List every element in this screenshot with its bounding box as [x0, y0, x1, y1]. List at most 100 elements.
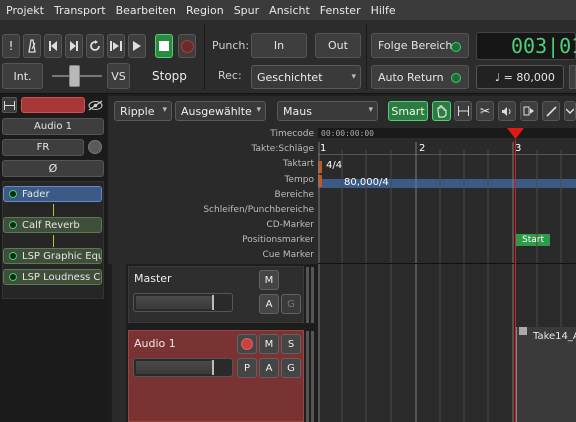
audio1-track-name[interactable]: Audio 1 — [134, 337, 176, 350]
chevron-down-icon — [566, 108, 574, 114]
audio1-gain-fader[interactable] — [133, 358, 233, 377]
master-meter — [311, 267, 314, 323]
range-tool-button[interactable] — [454, 101, 472, 121]
record-icon — [241, 338, 253, 350]
edit-mode-value: Ripple — [120, 104, 155, 118]
goto-start-button[interactable] — [44, 34, 62, 58]
follow-range-led — [451, 42, 461, 52]
grab-tool-button[interactable] — [432, 101, 451, 121]
primary-clock[interactable]: 003|01 — [476, 32, 576, 60]
tempo-display[interactable]: ♩ = 80,000 — [476, 65, 564, 89]
strip-track-name[interactable]: Audio 1 — [2, 118, 104, 135]
follow-range-label: Folge Bereich — [378, 39, 453, 52]
track-color-name-button[interactable] — [21, 97, 85, 113]
edit-mode-dropdown[interactable]: Ripple ▾ — [114, 101, 172, 121]
master-gain-fader[interactable] — [133, 293, 233, 312]
ripple-mode-dropdown[interactable]: Ausgewählte ▾ — [175, 101, 266, 121]
auto-return-button[interactable]: Auto Return — [371, 65, 469, 89]
processor-lsp-graphic-eq[interactable]: LSP Graphic Equa — [3, 248, 102, 264]
toolbar-divider — [366, 24, 367, 90]
menu-spur[interactable]: Spur — [234, 4, 259, 17]
processor-name: Fader — [22, 188, 50, 200]
metronome-button[interactable] — [23, 34, 41, 58]
draw-tool-button[interactable] — [542, 101, 560, 121]
ruler-label-tempo[interactable]: Tempo — [285, 175, 315, 185]
audio1-rec-enable-button[interactable] — [237, 334, 257, 354]
play-button[interactable] — [128, 34, 146, 58]
processor-lsp-loudness[interactable]: LSP Loudness Cor — [3, 269, 102, 285]
menu-bar: Projekt Transport Bearbeiten Region Spur… — [0, 0, 576, 20]
follow-range-button[interactable]: Folge Bereich — [371, 33, 469, 58]
speaker-icon — [502, 106, 511, 116]
audio1-fader-fill — [136, 361, 212, 374]
audition-tool-button[interactable] — [498, 101, 516, 121]
ruler-label-cue-marker[interactable]: Cue Marker — [263, 250, 315, 260]
loop-icon — [90, 40, 100, 51]
master-track-name[interactable]: Master — [134, 272, 172, 285]
chevron-down-icon: ▾ — [368, 105, 373, 115]
input-trim-knob[interactable] — [88, 140, 102, 154]
width-button[interactable] — [2, 97, 17, 113]
menu-fenster[interactable]: Fenster — [320, 4, 361, 17]
smart-mode-button[interactable]: Smart — [388, 101, 428, 121]
content-tool-button[interactable] — [564, 101, 576, 121]
master-mute-button[interactable]: M — [259, 270, 279, 290]
stretch-tool-button[interactable] — [520, 101, 538, 121]
master-meter — [306, 267, 309, 323]
audio1-mute-button[interactable]: M — [259, 334, 279, 354]
ruler-label-cd-marker[interactable]: CD-Marker — [266, 220, 314, 230]
menu-region[interactable]: Region — [186, 4, 224, 17]
ruler-label-location-marker[interactable]: Positionsmarker — [242, 235, 314, 245]
processor-calf-reverb[interactable]: Calf Reverb — [3, 217, 102, 233]
ruler-label-loop-punch[interactable]: Schleifen/Punchbereiche — [203, 205, 314, 215]
audio-region[interactable]: Take14_A — [516, 327, 576, 422]
menu-projekt[interactable]: Projekt — [6, 4, 44, 17]
menu-bearbeiten[interactable]: Bearbeiten — [116, 4, 176, 17]
cut-tool-button[interactable]: ✂ — [476, 101, 494, 121]
play-range-button[interactable] — [107, 34, 125, 58]
input-button[interactable]: FR — [2, 139, 84, 156]
record-mode-dropdown[interactable]: Geschichtet ▾ — [251, 65, 361, 89]
phase-invert-button[interactable]: Ø — [2, 160, 104, 177]
hide-strip-button[interactable] — [87, 97, 104, 113]
int-sync-button[interactable]: Int. — [2, 63, 43, 89]
region-handle[interactable] — [519, 327, 527, 335]
shuttle-slider-handle[interactable] — [69, 65, 80, 87]
menu-hilfe[interactable]: Hilfe — [371, 4, 396, 17]
tempo-side-button[interactable] — [569, 65, 576, 89]
audio1-automation-button[interactable]: A — [259, 358, 279, 378]
master-automation-button[interactable]: A — [259, 294, 279, 314]
group-tabs[interactable] — [112, 264, 126, 422]
audio1-fader-handle — [212, 360, 214, 375]
audio1-playlist-button[interactable]: P — [237, 358, 257, 378]
menu-transport[interactable]: Transport — [54, 4, 106, 17]
audio1-meter — [311, 331, 314, 422]
processor-fader[interactable]: Fader — [3, 186, 102, 202]
record-button[interactable] — [178, 34, 196, 58]
pencil-icon — [545, 105, 557, 117]
record-icon — [180, 39, 194, 53]
menu-ansicht[interactable]: Ansicht — [269, 4, 310, 17]
ruler-label-meter[interactable]: Taktart — [283, 159, 314, 169]
audio1-group-button[interactable]: G — [281, 358, 301, 378]
goto-end-icon — [70, 41, 78, 51]
stop-button[interactable] — [155, 34, 173, 58]
punch-out-button[interactable]: Out — [315, 33, 361, 58]
master-fader-fill — [136, 296, 212, 309]
playhead-line[interactable] — [515, 140, 516, 422]
audio1-solo-button[interactable]: S — [281, 334, 301, 354]
playhead-triangle[interactable] — [507, 128, 524, 140]
goto-end-button[interactable] — [65, 34, 83, 58]
edit-point-dropdown[interactable]: Maus ▾ — [277, 101, 378, 121]
auto-return-led — [451, 73, 461, 83]
master-playlist-button[interactable]: G — [281, 294, 301, 314]
hand-icon — [437, 105, 447, 117]
ruler-label-timecode[interactable]: Timecode — [270, 129, 314, 139]
region-name: Take14_A — [533, 331, 576, 342]
punch-in-button[interactable]: In — [251, 33, 307, 58]
ruler-label-ranges[interactable]: Bereiche — [275, 190, 314, 200]
ruler-label-bbt[interactable]: Takte:Schläge — [252, 144, 314, 154]
varispeed-button[interactable]: VS — [107, 63, 130, 89]
loop-button[interactable] — [86, 34, 104, 58]
panic-button[interactable]: ! — [2, 34, 20, 58]
